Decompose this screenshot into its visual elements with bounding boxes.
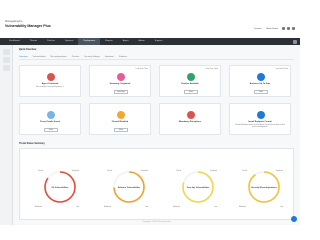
tab-vulnerabilities[interactable]: Vulnerabilities xyxy=(33,56,46,58)
main-nav: Dashboard Threats Patches Systems Deploy… xyxy=(0,38,300,45)
card-patches: Last Scan Time Patches Available View xyxy=(159,65,221,97)
agent-icon xyxy=(47,73,55,81)
card-title: Proxy Details Saved xyxy=(40,121,60,123)
card-title: Scanning Completed xyxy=(109,83,131,85)
book-demo-link[interactable]: Book Demo xyxy=(267,28,278,30)
card-agent-contacted: Agent Contacted Successfully Contacted S… xyxy=(19,65,81,97)
endpoint-icon xyxy=(257,111,265,119)
notification-icon[interactable] xyxy=(282,27,285,30)
nav-admin[interactable]: Admin xyxy=(134,38,150,45)
tab-hardware[interactable]: Hardware xyxy=(105,56,114,58)
card-firewall: Firewall Enabled View xyxy=(89,103,151,135)
tab-misconfigurations[interactable]: Misconfigurations xyxy=(51,56,67,58)
tab-overview[interactable]: Overview xyxy=(19,56,28,58)
gauge-legend-low: Low xyxy=(145,206,149,208)
alert-icon xyxy=(187,111,195,119)
tab-software[interactable]: Software xyxy=(119,56,127,58)
gauge-center-label: Security Misconfigurations xyxy=(251,186,278,189)
license-link[interactable]: License xyxy=(254,28,262,30)
zero-day-vulnerabilities-gauge[interactable]: Zero-day Vulnerabilities Critical Import… xyxy=(172,159,224,211)
gauge-legend-critical: Critical xyxy=(176,169,182,172)
brand-parent: ManageEngine xyxy=(5,20,23,23)
sub-tabs: Overview Vulnerabilities Misconfiguratio… xyxy=(19,56,127,58)
gauge-center-label: OS Vulnerabilities xyxy=(51,186,69,189)
settings-icon[interactable] xyxy=(293,39,297,44)
rail-home-icon[interactable] xyxy=(3,49,10,55)
page-title: Quick Overview xyxy=(19,49,37,51)
gauge-legend-low: Low xyxy=(76,206,80,208)
gauges-title: Threat Status Summary xyxy=(19,143,45,145)
card-title: Patches Available xyxy=(181,83,199,85)
tab-security-settings[interactable]: Security Settings xyxy=(84,56,100,58)
card-subtitle: Enable Windows and Linux Endpoint Centra… xyxy=(235,124,285,128)
nav-deployment[interactable]: Deployment xyxy=(78,38,101,45)
product-name: Vulnerability Manager Plus xyxy=(5,24,51,28)
gauge-legend-moderate: Moderate xyxy=(173,205,180,208)
rail-chart-icon[interactable] xyxy=(3,65,10,71)
nav-reports[interactable]: Reports xyxy=(100,38,118,45)
gauge-legend-moderate: Moderate xyxy=(104,205,111,208)
gauge-center-label: Zero-day Vulnerabilities xyxy=(187,186,210,189)
card-subtitle: Successfully Contacted Systems: 1 xyxy=(35,86,65,88)
card-title: Firewall Enabled xyxy=(111,121,129,123)
rail-list-icon[interactable] xyxy=(3,57,10,63)
software-vulnerabilities-gauge[interactable]: Software Vulnerabilities Critical Import… xyxy=(103,159,155,211)
gauge-center-label: Software Vulnerabilities xyxy=(118,186,141,189)
card-antivirus: Last Scan Time Antivirus Up To Date View xyxy=(229,65,291,97)
card-endpoint-central: Install Endpoint Central Enable Windows … xyxy=(229,103,291,135)
card-title: Antivirus Up To Date xyxy=(249,83,271,85)
security-misconfigurations-gauge[interactable]: Security Misconfigurations Critical Impo… xyxy=(238,159,290,211)
os-vulnerabilities-gauge[interactable]: OS Vulnerabilities Critical Important Mo… xyxy=(34,159,86,211)
gauge-legend-critical: Critical xyxy=(242,169,248,172)
threat-summary-panel: OS Vulnerabilities Critical Important Mo… xyxy=(19,148,294,220)
gauge-legend-moderate: Moderate xyxy=(35,205,42,208)
card-proxy: Proxy Details Saved View xyxy=(19,103,81,135)
gauge-legend-important: Important xyxy=(141,169,149,172)
card-tag: Last Scan Time xyxy=(205,68,218,70)
header: ManageEngine Vulnerability Manager Plus … xyxy=(0,0,300,38)
scan-icon xyxy=(117,73,125,81)
left-rail xyxy=(0,45,13,225)
nav-systems[interactable]: Systems xyxy=(60,38,78,45)
user-area: License Book Demo xyxy=(254,28,278,30)
card-exceptions: Mandatory Exceptions xyxy=(159,103,221,135)
view-proxy-button[interactable]: View xyxy=(44,128,58,132)
gauge-legend-important: Important xyxy=(276,169,284,172)
view-antivirus-button[interactable]: View xyxy=(254,90,268,94)
chat-icon[interactable] xyxy=(291,216,297,222)
gauge-legend-critical: Critical xyxy=(107,169,113,172)
gauge-legend-low: Low xyxy=(214,206,218,208)
nav-dashboard[interactable]: Dashboard xyxy=(4,38,25,45)
card-title: Mandatory Exceptions xyxy=(178,121,202,123)
card-title: Agent Contacted xyxy=(41,83,59,85)
firewall-icon xyxy=(117,111,125,119)
gauge-legend-important: Important xyxy=(72,169,80,172)
gauge-legend-critical: Critical xyxy=(38,169,44,172)
user-avatar-icon[interactable] xyxy=(292,27,295,30)
gauge-legend-moderate: Moderate xyxy=(239,205,246,208)
view-firewall-button[interactable]: View xyxy=(114,128,128,132)
view-patches-button[interactable]: View xyxy=(184,90,198,94)
card-tag: Last Scan Time xyxy=(135,68,148,70)
help-icon[interactable] xyxy=(287,27,290,30)
shield-icon xyxy=(257,73,265,81)
nav-threats[interactable]: Threats xyxy=(25,38,42,45)
patch-icon xyxy=(187,73,195,81)
proxy-icon xyxy=(47,111,55,119)
nav-support[interactable]: Support xyxy=(150,38,168,45)
nav-agent[interactable]: Agent xyxy=(118,38,134,45)
card-scanning: Last Scan Time Scanning Completed Scan N… xyxy=(89,65,151,97)
gauge-legend-important: Important xyxy=(210,169,218,172)
scan-now-button[interactable]: Scan Now xyxy=(114,90,128,94)
gauge-legend-low: Low xyxy=(280,206,284,208)
nav-patches[interactable]: Patches xyxy=(42,38,60,45)
tab-patches[interactable]: Patches xyxy=(72,56,80,58)
main-content: Quick Overview Overview Vulnerabilities … xyxy=(13,45,300,225)
card-title: Install Endpoint Central xyxy=(248,121,272,123)
footer: Copyright © 2023 Zoho Corporation xyxy=(142,221,171,223)
card-tag: Last Scan Time xyxy=(275,68,288,70)
